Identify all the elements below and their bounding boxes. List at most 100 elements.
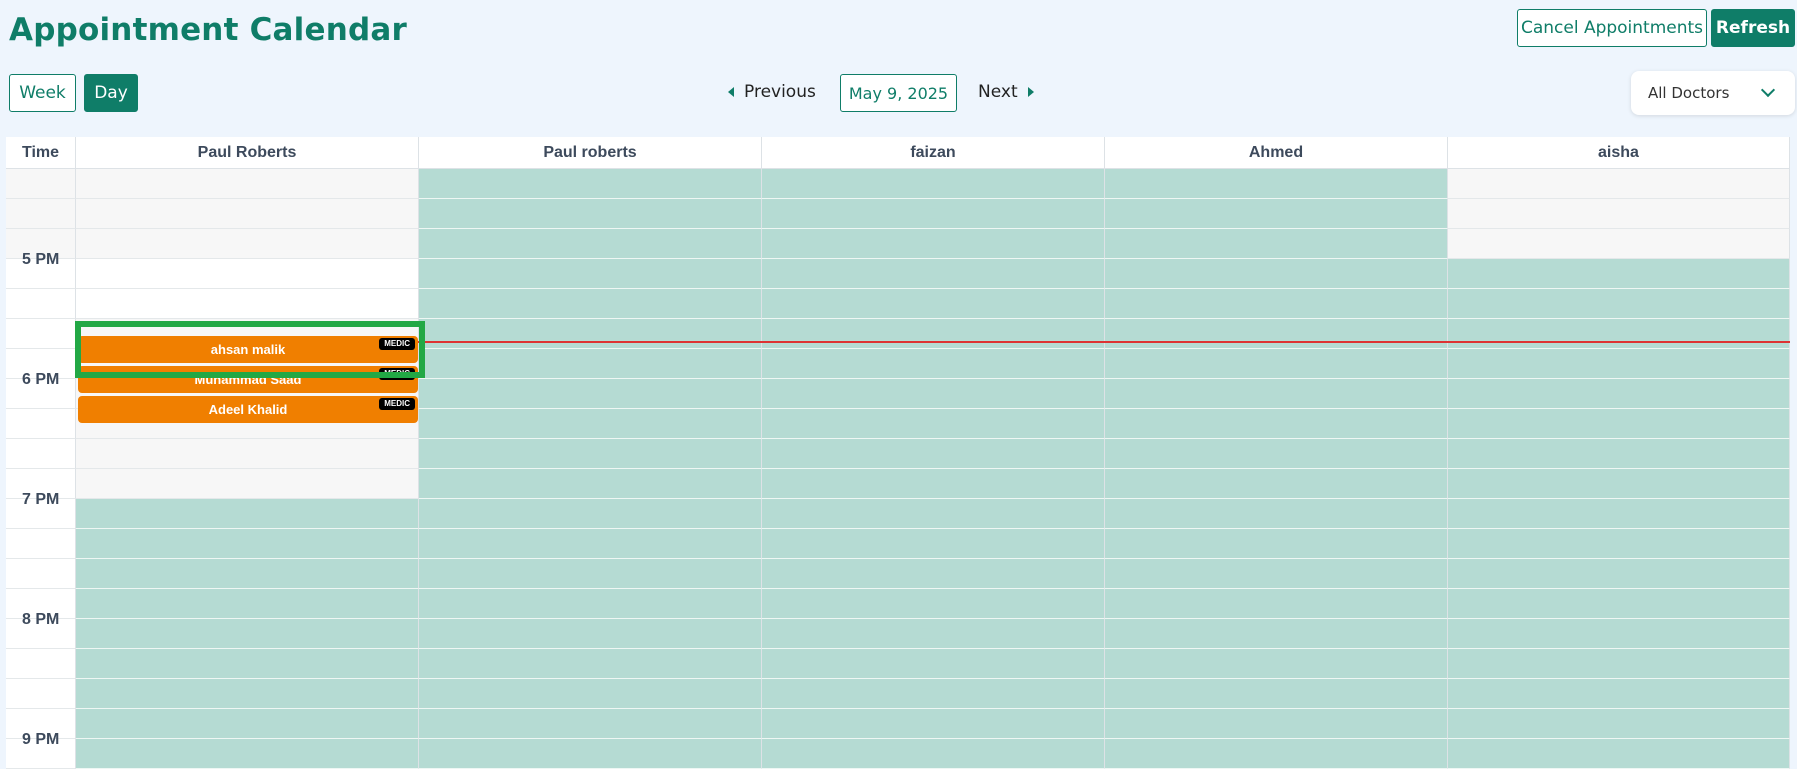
cancel-appointments-button[interactable]: Cancel Appointments <box>1517 9 1707 47</box>
calendar-slot[interactable] <box>1448 289 1790 319</box>
calendar-slot[interactable] <box>1105 349 1448 379</box>
calendar-slot[interactable] <box>1105 619 1448 649</box>
calendar-slot[interactable] <box>1105 319 1448 349</box>
calendar-slot[interactable] <box>419 529 762 559</box>
calendar-slot[interactable] <box>762 589 1105 619</box>
calendar-slot[interactable] <box>762 709 1105 739</box>
calendar-slot[interactable] <box>419 679 762 709</box>
calendar-slot[interactable] <box>1105 229 1448 259</box>
calendar-slot[interactable] <box>762 289 1105 319</box>
calendar-slot[interactable] <box>76 499 419 529</box>
calendar-slot[interactable] <box>1105 199 1448 229</box>
calendar-slot[interactable] <box>1448 469 1790 499</box>
calendar-slot[interactable] <box>1105 439 1448 469</box>
calendar-slot[interactable] <box>419 229 762 259</box>
calendar-slot[interactable] <box>762 319 1105 349</box>
calendar-slot[interactable] <box>76 709 419 739</box>
calendar-slot[interactable] <box>419 559 762 589</box>
calendar-slot[interactable] <box>762 199 1105 229</box>
calendar-slot[interactable] <box>1448 229 1790 259</box>
calendar-slot[interactable] <box>76 289 419 319</box>
calendar-slot[interactable] <box>76 169 419 199</box>
calendar-slot[interactable] <box>419 499 762 529</box>
calendar-slot[interactable] <box>76 619 419 649</box>
calendar-slot[interactable] <box>419 709 762 739</box>
calendar-slot[interactable] <box>1448 259 1790 289</box>
calendar-slot[interactable] <box>762 439 1105 469</box>
calendar-slot[interactable] <box>76 259 419 289</box>
calendar-slot[interactable] <box>76 439 419 469</box>
calendar-slot[interactable] <box>1105 289 1448 319</box>
calendar-slot[interactable] <box>419 469 762 499</box>
appointment-ahsan-malik[interactable]: ahsan malik MEDIC <box>78 336 418 363</box>
calendar-slot[interactable] <box>419 649 762 679</box>
calendar-slot[interactable] <box>1448 319 1790 349</box>
calendar-slot[interactable] <box>76 739 419 769</box>
calendar-slot[interactable] <box>762 379 1105 409</box>
calendar-slot[interactable] <box>1448 619 1790 649</box>
calendar-slot[interactable] <box>419 169 762 199</box>
calendar-slot[interactable] <box>1105 409 1448 439</box>
calendar-slot[interactable] <box>419 439 762 469</box>
calendar-slot[interactable] <box>76 649 419 679</box>
calendar-slot[interactable] <box>1448 499 1790 529</box>
calendar-slot[interactable] <box>1105 649 1448 679</box>
calendar-slot[interactable] <box>1448 589 1790 619</box>
calendar-slot[interactable] <box>1105 169 1448 199</box>
calendar-slot[interactable] <box>762 559 1105 589</box>
calendar-slot[interactable] <box>1448 529 1790 559</box>
calendar-slot[interactable] <box>1448 199 1790 229</box>
calendar-slot[interactable] <box>762 229 1105 259</box>
calendar-slot[interactable] <box>1105 499 1448 529</box>
calendar-slot[interactable] <box>419 199 762 229</box>
date-picker-button[interactable]: May 9, 2025 <box>840 74 957 112</box>
calendar-slot[interactable] <box>419 409 762 439</box>
previous-button[interactable]: Previous <box>728 82 816 102</box>
calendar-slot[interactable] <box>762 499 1105 529</box>
appointment-muhammad-saad[interactable]: Muhammad Saad MEDIC <box>78 366 418 393</box>
appointment-adeel-khalid[interactable]: Adeel Khalid MEDIC <box>78 396 418 423</box>
calendar-slot[interactable] <box>1448 709 1790 739</box>
calendar-slot[interactable] <box>1105 679 1448 709</box>
calendar-slot[interactable] <box>762 469 1105 499</box>
doctor-filter-select[interactable]: All Doctors <box>1631 71 1795 115</box>
calendar-slot[interactable] <box>1448 349 1790 379</box>
calendar-slot[interactable] <box>419 619 762 649</box>
calendar-slot[interactable] <box>76 199 419 229</box>
calendar-slot[interactable] <box>76 679 419 709</box>
calendar-slot[interactable] <box>762 649 1105 679</box>
calendar-slot[interactable] <box>1105 559 1448 589</box>
calendar-slot[interactable] <box>1105 589 1448 619</box>
calendar-slot[interactable] <box>1448 679 1790 709</box>
calendar-slot[interactable] <box>762 529 1105 559</box>
calendar-slot[interactable] <box>1448 439 1790 469</box>
calendar-slot[interactable] <box>1448 169 1790 199</box>
calendar-slot[interactable] <box>762 409 1105 439</box>
calendar-slot[interactable] <box>419 739 762 769</box>
calendar-slot[interactable] <box>1448 559 1790 589</box>
calendar-slot[interactable] <box>1105 739 1448 769</box>
calendar-slot[interactable] <box>1448 379 1790 409</box>
calendar-slot[interactable] <box>419 349 762 379</box>
calendar-slot[interactable] <box>76 559 419 589</box>
refresh-button[interactable]: Refresh <box>1711 9 1795 47</box>
day-view-button[interactable]: Day <box>84 74 138 112</box>
calendar-slot[interactable] <box>419 319 762 349</box>
calendar-slot[interactable] <box>1105 469 1448 499</box>
calendar-slot[interactable] <box>762 169 1105 199</box>
calendar-slot[interactable] <box>762 739 1105 769</box>
calendar-slot[interactable] <box>1105 379 1448 409</box>
calendar-slot[interactable] <box>419 589 762 619</box>
calendar-slot[interactable] <box>1105 529 1448 559</box>
calendar-slot[interactable] <box>762 679 1105 709</box>
calendar-slot[interactable] <box>1448 409 1790 439</box>
calendar-slot[interactable] <box>762 619 1105 649</box>
calendar-slot[interactable] <box>1448 649 1790 679</box>
calendar-slot[interactable] <box>419 259 762 289</box>
calendar-slot[interactable] <box>419 379 762 409</box>
calendar-slot[interactable] <box>762 259 1105 289</box>
calendar-slot[interactable] <box>76 529 419 559</box>
calendar-slot[interactable] <box>76 469 419 499</box>
calendar-slot[interactable] <box>1105 709 1448 739</box>
calendar-slot[interactable] <box>762 349 1105 379</box>
